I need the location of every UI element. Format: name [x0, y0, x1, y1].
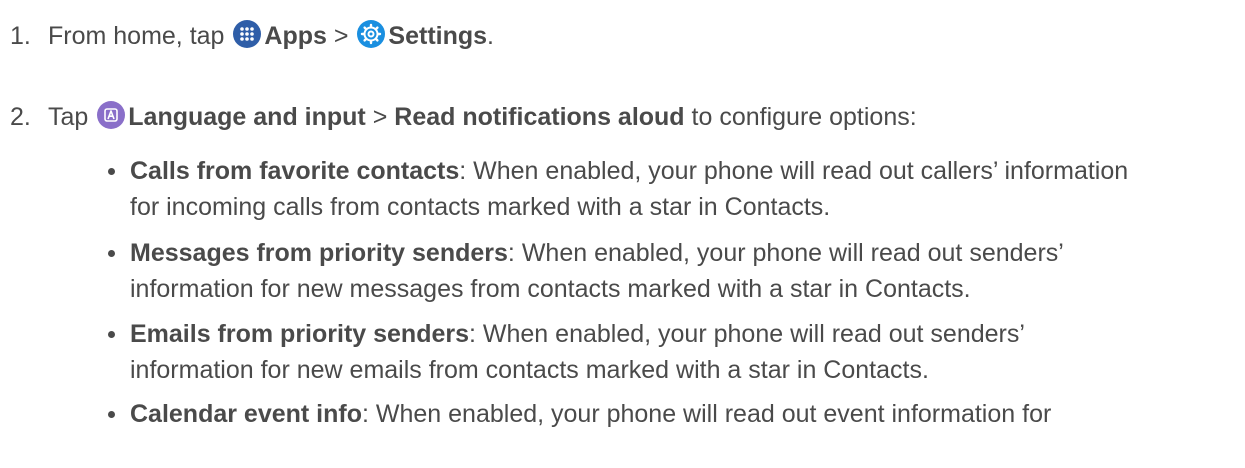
option-desc: : When enabled, your phone will read out… — [507, 239, 1064, 267]
read-notifications-label: Read notifications aloud — [394, 103, 685, 131]
list-item-body: Messages from priority senders: When ena… — [130, 235, 1240, 307]
bullet-dot — [108, 250, 115, 257]
step-text: Tap Language and input > Read notificati… — [48, 99, 917, 135]
bullet-dot — [108, 411, 115, 418]
option-term: Messages from priority senders — [130, 239, 508, 267]
option-term: Emails from priority senders — [130, 320, 470, 348]
settings-gear-icon — [357, 20, 386, 48]
list-item-line-1: Calendar event info: When enabled, your … — [130, 396, 1240, 432]
option-term: Calendar event info — [130, 400, 362, 428]
list-item-line-2: for incoming calls from contacts marked … — [130, 193, 831, 221]
settings-label: Settings — [388, 22, 488, 50]
option-desc: : When enabled, your phone will read out… — [459, 157, 1129, 185]
list-item-body: Calls from favorite contacts: When enabl… — [130, 153, 1240, 225]
option-desc: : When enabled, your phone will read out… — [469, 320, 1025, 348]
step-prefix: From home, tap — [48, 22, 225, 50]
list-item-line-2: information for new messages from contac… — [130, 275, 971, 303]
bullet-dot — [108, 168, 115, 175]
step-suffix: . — [487, 22, 494, 50]
step-prefix: Tap — [48, 103, 89, 131]
list-item-body: Emails from priority senders: When enabl… — [130, 316, 1240, 388]
step-number: 2. — [10, 103, 31, 131]
separator: > — [333, 22, 349, 50]
list-item-line-1: Emails from priority senders: When enabl… — [130, 316, 1240, 352]
separator: > — [372, 103, 388, 131]
list-item-line-2: information for new emails from contacts… — [130, 356, 929, 384]
list-item-body: Calendar event info: When enabled, your … — [130, 396, 1240, 432]
language-and-input-label: Language and input — [128, 103, 366, 131]
step-text: From home, tap Apps > Settings. — [48, 18, 494, 54]
apps-grid-icon — [233, 20, 262, 48]
language-a-icon — [97, 101, 126, 129]
option-desc: : When enabled, your phone will read out… — [362, 400, 1052, 428]
list-item-line-1: Calls from favorite contacts: When enabl… — [130, 153, 1240, 189]
list-item-line-1: Messages from priority senders: When ena… — [130, 235, 1240, 271]
bullet-dot — [108, 331, 115, 338]
option-term: Calls from favorite contacts — [130, 157, 460, 185]
apps-label: Apps — [264, 22, 327, 50]
step-number: 1. — [10, 22, 31, 50]
step-suffix: to configure options: — [691, 103, 917, 131]
